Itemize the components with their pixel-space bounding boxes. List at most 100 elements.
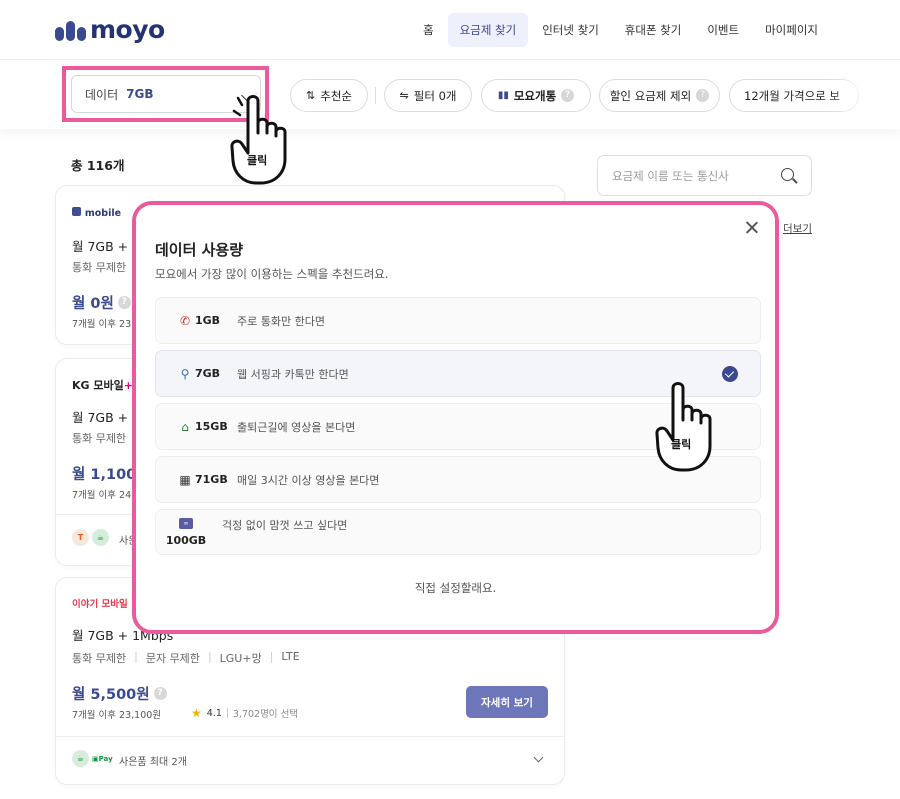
carrier-name: KG 모바일 — [72, 379, 124, 392]
option-size: 15GB — [195, 420, 228, 433]
data-option-1gb[interactable]: ✆ 1GB 주로 통화만 한다면 — [155, 297, 761, 344]
carrier-badge-icon — [72, 207, 81, 216]
main-nav: 홈 요금제 찾기 인터넷 찾기 휴대폰 찾기 이벤트 마이페이지 — [409, 13, 830, 47]
plan-search-input[interactable] — [612, 168, 762, 183]
spec-sms: 문자 무제한 — [145, 652, 200, 665]
option-size: 1GB — [195, 314, 221, 327]
logo-text: moyo — [90, 15, 165, 44]
more-link[interactable]: 더보기 — [783, 221, 812, 236]
custom-setting-link[interactable]: 직접 설정할래요. — [136, 580, 775, 596]
data-select-label: 데이터 — [85, 87, 119, 102]
moyo-open-label: 모요개통 — [513, 88, 557, 103]
carrier-logo: 이야기 모바일 — [72, 596, 128, 610]
data-option-100gb[interactable]: ∞ 100GB 걱정 없이 맘껏 쓰고 싶다면 — [155, 509, 761, 555]
spec-network: LGU+망 — [219, 652, 262, 665]
option-size: 71GB — [195, 473, 228, 486]
plan-sub: 통화 무제한 — [72, 432, 127, 445]
modal-subtitle: 모요에서 가장 많이 이용하는 스펙을 추천드려요. — [155, 267, 389, 281]
click-hand-icon — [230, 93, 287, 185]
gift-icons: T ☕ — [72, 529, 109, 546]
plan-price-value: 월 0원 — [72, 296, 114, 312]
pill-divider — [375, 87, 376, 104]
sort-arrows-icon: ⇅ — [306, 89, 316, 102]
discount-exclude-button[interactable]: 할인 요금제 제외 ? — [599, 79, 720, 112]
twelve-month-label: 12개월 가격으로 보 — [744, 88, 841, 103]
spec-separator: | — [207, 650, 212, 663]
pay-icon: ▣Pay — [92, 754, 113, 763]
data-select-value: 7GB — [126, 87, 154, 101]
help-icon[interactable]: ? — [117, 296, 131, 309]
rating-separator — [226, 708, 228, 718]
plan-search-box — [597, 155, 812, 196]
detail-button[interactable]: 자세히 보기 — [466, 686, 548, 718]
plan-after-price: 7개월 이후 23,100원 — [72, 710, 162, 721]
sort-label: 추천순 — [320, 88, 352, 103]
commute-icon: ⌂ — [181, 419, 189, 434]
moyo-open-button[interactable]: ▮▮ 모요개통 ? — [481, 79, 591, 112]
plan-after-price: 7개월 이후 23,1 — [72, 319, 141, 330]
rating-count: 3,702명이 선택 — [232, 709, 299, 720]
moyo-logo-icon — [55, 19, 86, 41]
spec-tech: LTE — [281, 650, 300, 663]
plan-price: 월 5,500원 ? — [72, 683, 167, 704]
option-size: 7GB — [195, 367, 221, 380]
plan-sub: 통화 무제한 — [72, 261, 127, 274]
nav-home[interactable]: 홈 — [411, 13, 446, 47]
sort-button[interactable]: ⇅ 추천순 — [290, 79, 368, 112]
carrier-logo: KG 모바일+ — [72, 377, 133, 393]
spec-separator: | — [134, 650, 138, 663]
help-icon[interactable]: ? — [696, 89, 710, 102]
option-desc: 출퇴근길에 영상을 본다면 — [237, 420, 356, 434]
plan-title: 월 7GB + 1 — [72, 410, 141, 425]
gift-brand-icon: T — [72, 529, 89, 546]
nav-phone-search[interactable]: 휴대폰 찾기 — [613, 13, 694, 47]
option-size-stack: ∞ 100GB — [162, 517, 210, 547]
search-icon[interactable] — [781, 168, 794, 181]
rating-value: 4.1 — [206, 707, 222, 719]
carrier-name: mobile — [84, 208, 122, 219]
discount-exclude-label: 할인 요금제 제외 — [609, 88, 692, 103]
option-size: 100GB — [165, 533, 207, 547]
nav-events[interactable]: 이벤트 — [695, 13, 751, 47]
result-count: 총 116개 — [71, 158, 125, 173]
plan-specs: 통화 무제한 | 문자 무제한 | LGU+망 | LTE — [72, 650, 300, 666]
option-desc: 걱정 없이 맘껏 쓰고 싶다면 — [222, 519, 348, 532]
gift-icons: ☕ ▣Pay — [72, 750, 113, 767]
nav-mypage[interactable]: 마이페이지 — [753, 13, 830, 47]
option-desc: 매일 3시간 이상 영상을 본다면 — [237, 473, 380, 487]
infinity-icon: ∞ — [179, 517, 193, 529]
chevron-down-icon[interactable] — [533, 752, 544, 763]
moyo-mini-logo-icon: ▮▮ — [497, 90, 509, 101]
filter-button[interactable]: ⇋ 필터 0개 — [384, 79, 472, 112]
star-icon: ★ — [191, 706, 202, 720]
nav-plan-search[interactable]: 요금제 찾기 — [447, 13, 529, 47]
click-label: 클릭 — [247, 154, 268, 167]
plan-after-price: 7개월 이후 24, — [72, 490, 135, 501]
nav-internet-search[interactable]: 인터넷 찾기 — [530, 13, 611, 47]
help-icon[interactable]: ? — [561, 89, 575, 102]
option-desc: 웹 서핑과 카톡만 한다면 — [237, 367, 349, 381]
help-icon[interactable]: ? — [153, 687, 167, 700]
option-desc: 주로 통화만 한다면 — [237, 314, 325, 328]
site-header: moyo 홈 요금제 찾기 인터넷 찾기 휴대폰 찾기 이벤트 마이페이지 — [0, 0, 900, 60]
magnifier-icon: ⚲ — [180, 366, 190, 381]
plan-rating: ★ 4.1 3,702명이 선택 — [191, 706, 298, 720]
spec-separator: | — [269, 650, 274, 663]
card-divider — [56, 736, 564, 737]
filter-label: 필터 0개 — [413, 88, 457, 103]
filter-sliders-icon: ⇋ — [399, 89, 409, 102]
clapperboard-icon: ▦ — [179, 472, 191, 487]
phone-icon: ✆ — [179, 313, 191, 328]
coffee-icon: ☕ — [92, 529, 109, 546]
check-icon — [722, 365, 738, 382]
plan-price: 월 0원 ? — [72, 292, 131, 313]
moyo-logo[interactable]: moyo — [55, 15, 165, 44]
plan-title: 월 7GB + 1 — [72, 239, 141, 254]
filter-scroll-fade — [830, 70, 900, 120]
carrier-name: 이야기 모바일 — [72, 599, 128, 610]
gift-text: 사은품 최대 2개 — [119, 757, 187, 768]
plan-price-value: 월 5,500원 — [72, 687, 150, 703]
spec-call: 통화 무제한 — [72, 652, 127, 665]
close-icon[interactable] — [742, 218, 762, 238]
coffee-icon: ☕ — [72, 750, 89, 767]
